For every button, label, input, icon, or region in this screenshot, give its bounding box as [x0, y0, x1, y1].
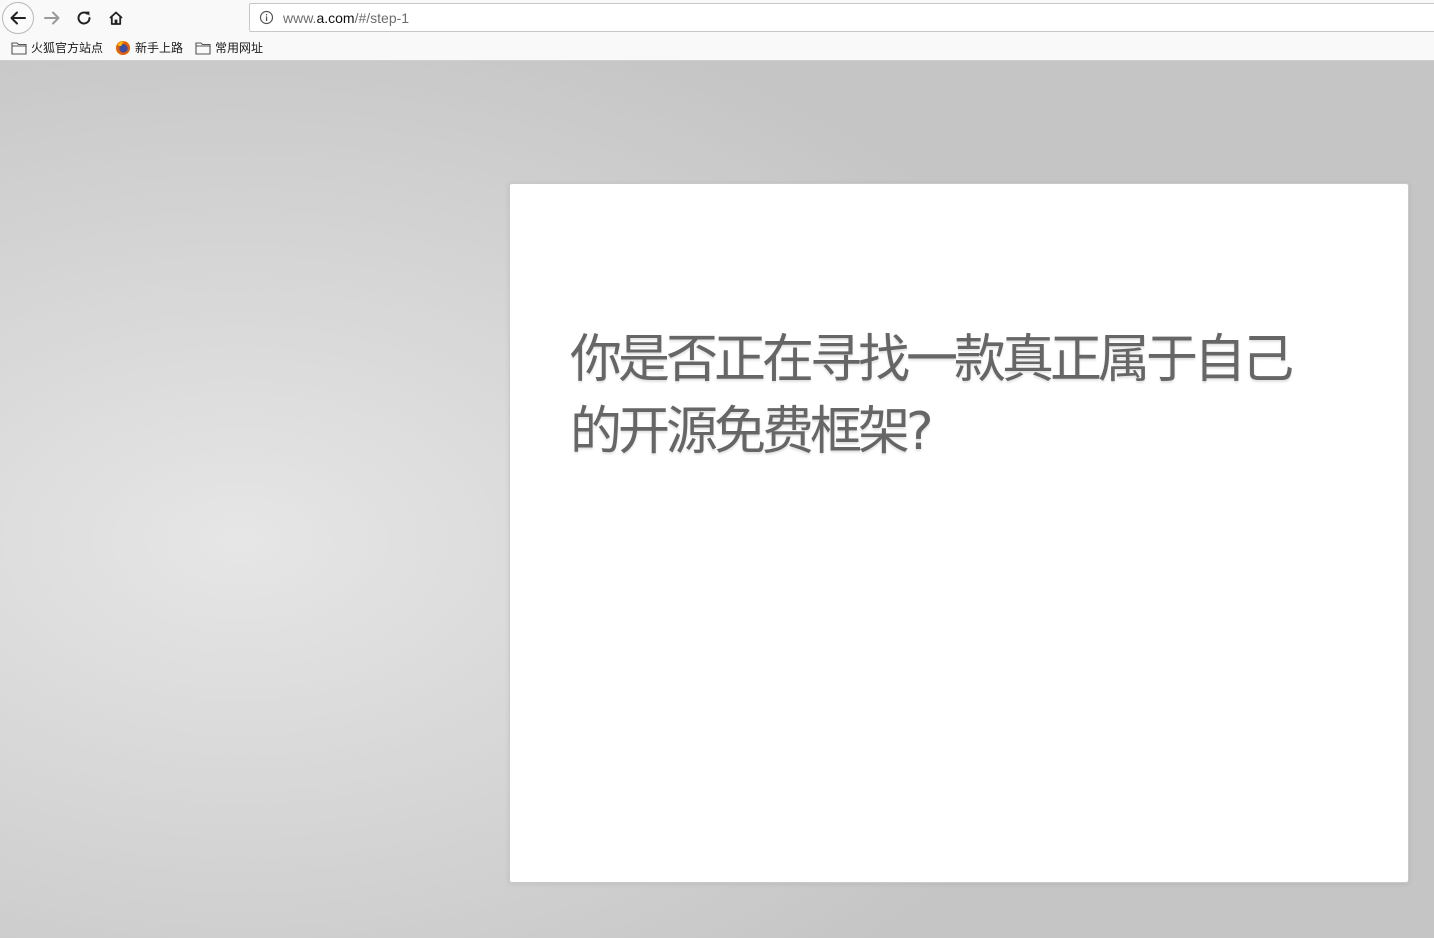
url-host: a.com — [316, 10, 355, 26]
folder-icon — [195, 40, 211, 56]
arrow-left-icon — [10, 11, 26, 25]
forward-button[interactable] — [36, 2, 68, 34]
bookmark-label: 新手上路 — [135, 41, 184, 55]
firefox-icon — [115, 40, 131, 56]
bookmark-common-sites[interactable]: 常用网址 — [195, 39, 263, 57]
home-icon — [109, 11, 123, 25]
url-path: /#/step-1 — [354, 10, 410, 26]
address-bar[interactable]: www.a.com/#/step-1 — [249, 3, 1434, 32]
page-content: 你是否正在寻找一款真正属于自己的开源免费框架? — [0, 61, 1434, 938]
reload-button[interactable] — [68, 2, 100, 34]
navigation-toolbar: www.a.com/#/step-1 — [0, 0, 1434, 36]
arrow-right-icon — [44, 11, 60, 25]
reload-icon — [77, 11, 91, 25]
home-button[interactable] — [100, 2, 132, 34]
browser-window: www.a.com/#/step-1 火狐官方站点 新手上路 常用网址 你是否正… — [0, 0, 1434, 938]
folder-icon — [11, 40, 27, 56]
slide-heading: 你是否正在寻找一款真正属于自己的开源免费框架? — [570, 330, 1294, 462]
url-text[interactable]: www.a.com/#/step-1 — [283, 10, 409, 26]
bookmark-getting-started[interactable]: 新手上路 — [115, 39, 183, 57]
bookmark-label: 火狐官方站点 — [31, 41, 104, 55]
presentation-slide: 你是否正在寻找一款真正属于自己的开源免费框架? — [509, 183, 1409, 883]
url-prefix: www. — [283, 10, 317, 26]
back-button[interactable] — [2, 2, 34, 34]
bookmark-firefox-official-site[interactable]: 火狐官方站点 — [11, 39, 103, 57]
bookmark-label: 常用网址 — [215, 41, 264, 55]
bookmarks-toolbar: 火狐官方站点 新手上路 常用网址 — [0, 36, 1434, 61]
info-icon[interactable] — [259, 10, 274, 25]
